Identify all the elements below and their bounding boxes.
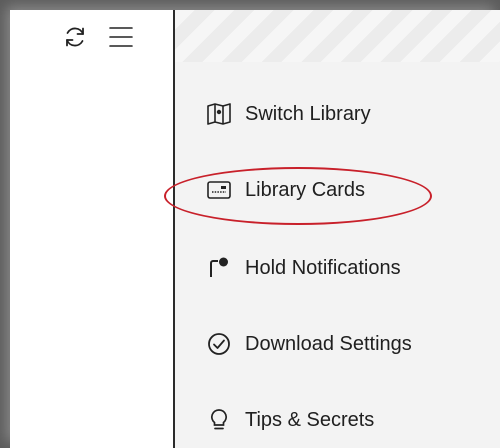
menu-item-hold-notifications[interactable]: Hold Notifications	[207, 250, 401, 286]
hamburger-menu-icon[interactable]	[108, 24, 134, 50]
menu-item-label: Library Cards	[245, 178, 366, 201]
card-icon	[207, 178, 231, 202]
menu-item-tips-secrets[interactable]: Tips & Secrets	[207, 402, 374, 438]
side-menu: Switch Library Library Cards Hold Notifi…	[175, 10, 500, 448]
app-screen: Switch Library Library Cards Hold Notifi…	[10, 10, 500, 448]
map-icon	[207, 102, 231, 126]
menu-item-label: Tips & Secrets	[245, 408, 375, 431]
menu-item-download-settings[interactable]: Download Settings	[207, 326, 412, 362]
lightbulb-icon	[207, 408, 231, 432]
left-pane	[10, 10, 175, 448]
menu-item-label: Switch Library	[245, 102, 371, 125]
notification-badge-icon	[207, 256, 231, 280]
menu-header-pattern	[175, 10, 500, 62]
menu-item-library-cards[interactable]: Library Cards	[207, 172, 365, 208]
menu-item-switch-library[interactable]: Switch Library	[207, 96, 371, 132]
menu-item-label: Download Settings	[245, 332, 412, 355]
check-circle-icon	[207, 332, 231, 356]
menu-item-label: Hold Notifications	[245, 256, 401, 279]
toolbar	[62, 24, 134, 50]
refresh-icon[interactable]	[62, 24, 88, 50]
